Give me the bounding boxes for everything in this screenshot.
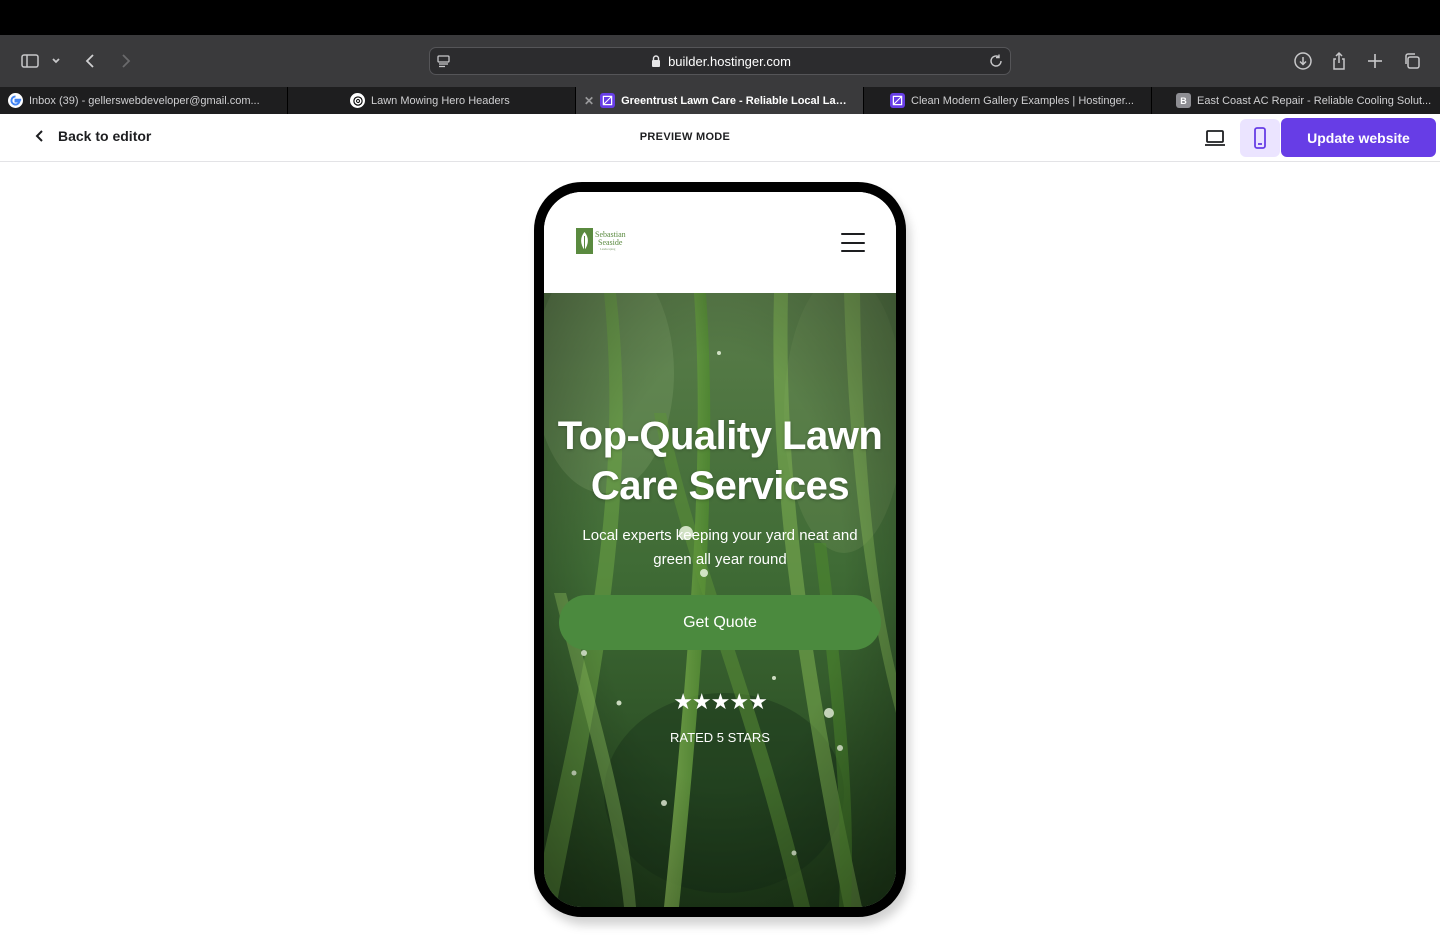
- hostinger-icon: [600, 93, 616, 108]
- hamburger-line: [841, 241, 865, 244]
- share-icon[interactable]: [1325, 47, 1353, 75]
- sidebar-toggle-icon[interactable]: [16, 47, 44, 75]
- phone-icon: [1254, 127, 1266, 149]
- hero-section: Top-Quality Lawn Care Services Local exp…: [544, 293, 896, 907]
- hostinger-icon: [890, 93, 905, 108]
- update-website-button[interactable]: Update website: [1281, 118, 1436, 157]
- back-arrow-icon[interactable]: [77, 47, 105, 75]
- chevron-down-icon[interactable]: [44, 47, 68, 75]
- phone-screen: Sebastian Seaside Landscaping Top-Qualit…: [544, 192, 896, 907]
- tab-overview-icon[interactable]: [1398, 47, 1426, 75]
- tab-title: Clean Modern Gallery Examples | Hostinge…: [911, 94, 1134, 107]
- tab-title: East Coast AC Repair - Reliable Cooling …: [1197, 94, 1432, 107]
- tab-east-coast[interactable]: B East Coast AC Repair - Reliable Coolin…: [1152, 87, 1440, 114]
- chevron-left-icon: [35, 130, 43, 142]
- star-rating-icon: ★★★★★: [673, 689, 768, 714]
- google-icon: [8, 93, 23, 108]
- mobile-view-button[interactable]: [1240, 119, 1280, 157]
- laptop-icon: [1205, 130, 1225, 146]
- rating-label: RATED 5 STARS: [670, 730, 770, 745]
- tab-title: Greentrust Lawn Care - Reliable Local La…: [621, 94, 855, 107]
- tab-lawn-mowing[interactable]: Lawn Mowing Hero Headers: [288, 87, 576, 114]
- hero-title: Top-Quality Lawn Care Services: [557, 414, 883, 508]
- editor-bar: Back to editor PREVIEW MODE Update websi…: [0, 114, 1440, 162]
- top-black-bar: [0, 0, 1440, 35]
- hamburger-menu-icon[interactable]: [841, 233, 865, 252]
- forward-arrow-icon[interactable]: [111, 47, 139, 75]
- desktop-view-button[interactable]: [1195, 119, 1235, 157]
- logo-line-3: Landscaping: [600, 247, 616, 251]
- site-header: Sebastian Seaside Landscaping: [544, 192, 896, 293]
- hero-subtitle: Local experts keeping your yard neat and…: [582, 527, 858, 568]
- reader-icon[interactable]: [436, 53, 452, 69]
- lock-icon: [652, 55, 661, 67]
- new-tab-icon[interactable]: [1361, 47, 1389, 75]
- preview-mode-label: PREVIEW MODE: [639, 131, 731, 143]
- logo-line-2: Seaside: [598, 238, 623, 247]
- chatgpt-icon: [350, 93, 365, 108]
- tab-gallery[interactable]: Clean Modern Gallery Examples | Hostinge…: [864, 87, 1152, 114]
- tab-greentrust[interactable]: ✕ Greentrust Lawn Care - Reliable Local …: [576, 87, 864, 114]
- tab-inbox[interactable]: Inbox (39) - gellerswebdeveloper@gmail.c…: [0, 87, 288, 114]
- tab-title: Inbox (39) - gellerswebdeveloper@gmail.c…: [29, 94, 260, 107]
- back-to-editor-label: Back to editor: [58, 128, 152, 144]
- phone-frame: Sebastian Seaside Landscaping Top-Qualit…: [534, 182, 906, 917]
- reload-icon[interactable]: [988, 53, 1004, 69]
- logo-text: Sebastian Seaside Landscaping: [595, 231, 626, 252]
- close-icon[interactable]: ✕: [584, 94, 594, 108]
- b-icon: B: [1176, 93, 1191, 108]
- address-bar[interactable]: builder.hostinger.com: [429, 47, 1011, 75]
- get-quote-button[interactable]: Get Quote: [559, 595, 881, 650]
- tab-bar: Inbox (39) - gellerswebdeveloper@gmail.c…: [0, 87, 1440, 114]
- url-text: builder.hostinger.com: [668, 53, 791, 69]
- download-icon[interactable]: [1289, 47, 1317, 75]
- back-to-editor-button[interactable]: Back to editor: [32, 128, 151, 144]
- site-logo[interactable]: Sebastian Seaside Landscaping: [576, 228, 626, 254]
- browser-toolbar: builder.hostinger.com: [0, 35, 1440, 87]
- tab-title: Lawn Mowing Hero Headers: [371, 94, 510, 107]
- hamburger-line: [841, 233, 865, 235]
- hamburger-line: [841, 250, 865, 252]
- leaf-logo-icon: [576, 228, 593, 254]
